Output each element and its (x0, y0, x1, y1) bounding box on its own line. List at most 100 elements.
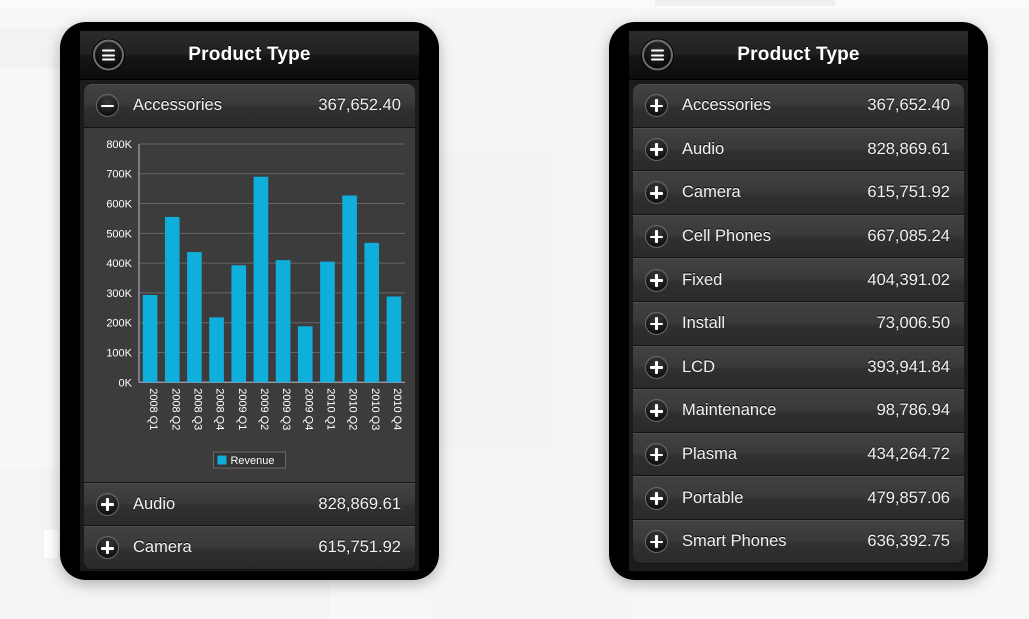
x-axis-tick-label: 2009 Q3 (280, 388, 292, 430)
list-item-camera[interactable]: Camera 615,751.92 (84, 526, 415, 570)
right-device-frame: Product Type Accessories 367,652.40 Audio 8… (609, 22, 988, 580)
list-item-value: 404,391.02 (867, 270, 950, 289)
list-item-value: 615,751.92 (867, 183, 950, 202)
list-item-value: 434,264.72 (867, 445, 950, 464)
list-item-label: Portable (682, 488, 744, 507)
y-axis-tick-label: 300K (106, 288, 132, 300)
x-axis-tick-label: 2010 Q3 (369, 388, 381, 430)
bar (297, 325, 313, 382)
chart-canvas: 0K 100K 200K 300K 400K 500K 600K 700K 800K 2008 Q… (84, 127, 415, 482)
hamburger-menu-icon[interactable] (93, 39, 124, 71)
list-item-value: 828,869.61 (867, 139, 950, 158)
list-item-value: 393,941.84 (867, 357, 950, 376)
bar (386, 296, 402, 382)
list-item[interactable]: Fixed 404,391.02 (633, 258, 964, 302)
list-item[interactable]: Install 73,006.50 (633, 301, 964, 346)
x-axis-tick-label: 2008 Q3 (191, 388, 203, 430)
list-item-label: Maintenance (682, 401, 777, 420)
list-item-accessories[interactable]: Accessories 367,652.40 (84, 84, 415, 128)
list-item-label: Audio (133, 494, 176, 513)
list-item-audio[interactable]: Audio 828,869.61 (84, 482, 415, 527)
y-axis-tick-label: 700K (106, 168, 132, 180)
list-item[interactable]: Maintenance 98,786.94 (633, 389, 964, 433)
plus-icon[interactable] (645, 181, 668, 205)
plus-icon[interactable] (645, 443, 668, 467)
plus-icon[interactable] (96, 536, 119, 560)
list-item[interactable]: Cell Phones 667,085.24 (633, 214, 964, 259)
bar (231, 264, 247, 382)
list-item[interactable]: Accessories 367,652.40 (633, 84, 964, 128)
x-axis-tick-label: 2008 Q4 (214, 388, 226, 430)
list-item[interactable]: Audio 828,869.61 (633, 127, 964, 172)
x-axis-tick-label: 2009 Q1 (236, 388, 248, 430)
bar (275, 259, 291, 382)
plus-icon[interactable] (645, 399, 668, 423)
bar (209, 316, 224, 382)
bar (364, 242, 380, 382)
bar (164, 216, 180, 382)
plus-icon[interactable] (645, 94, 668, 118)
hamburger-menu-icon[interactable] (642, 39, 673, 71)
left-title-bar: Product Type (80, 31, 419, 80)
plus-icon[interactable] (645, 530, 668, 554)
y-axis-tick-label: 200K (106, 317, 132, 329)
list-item-label: Audio (682, 139, 725, 158)
bar (253, 176, 269, 382)
plus-icon[interactable] (96, 492, 119, 516)
list-item-label: Camera (682, 183, 741, 202)
x-axis-tick-label: 2010 Q2 (347, 388, 359, 430)
background-patch (0, 0, 1029, 8)
x-axis-tick-label: 2008 Q2 (169, 388, 181, 430)
list-item-value: 615,751.92 (318, 538, 401, 557)
list-item[interactable]: Portable 479,857.06 (633, 476, 964, 520)
right-product-list[interactable]: Accessories 367,652.40 Audio 828,869.61 Came… (629, 80, 968, 571)
page-title: Product Type (188, 44, 311, 65)
y-axis-tick-label: 500K (106, 228, 132, 240)
list-item-value: 667,085.24 (867, 227, 950, 246)
list-item[interactable]: LCD 393,941.84 (633, 345, 964, 390)
left-product-list: Accessories 367,652.40 0K 100K 200K 300K 400… (80, 80, 419, 571)
list-item-label: Camera (133, 538, 192, 557)
list-item-label: Accessories (682, 96, 771, 115)
plus-icon[interactable] (645, 312, 668, 336)
plus-icon[interactable] (645, 268, 668, 292)
list-item-value: 73,006.50 (876, 314, 950, 333)
left-screen: Product Type Accessories 367,652.40 0K 10… (80, 31, 419, 571)
plus-icon[interactable] (645, 137, 668, 161)
list-item-value: 636,392.75 (867, 532, 950, 551)
list-item-value: 98,786.94 (876, 401, 950, 420)
plus-icon[interactable] (645, 225, 668, 249)
bar (320, 261, 335, 382)
legend-swatch (217, 455, 227, 465)
x-axis-tick-label: 2010 Q4 (391, 388, 403, 430)
list-item-value: 367,652.40 (318, 96, 401, 115)
legend-label: Revenue (231, 455, 275, 467)
list-item-label: Fixed (682, 270, 723, 289)
left-device-frame: Product Type Accessories 367,652.40 0K 10… (60, 22, 439, 580)
list-item-label: Smart Phones (682, 532, 787, 551)
x-axis-tick-label: 2009 Q2 (258, 388, 270, 430)
list-item[interactable]: Camera 615,751.92 (633, 171, 964, 215)
y-axis-tick-label: 600K (106, 198, 132, 210)
right-screen: Product Type Accessories 367,652.40 Audio 8… (629, 31, 968, 571)
background-patch (655, 0, 835, 6)
plus-icon[interactable] (645, 355, 668, 379)
y-axis-tick-label: 800K (106, 139, 132, 151)
bar (342, 195, 357, 382)
background-patch (44, 530, 58, 558)
plus-icon[interactable] (645, 486, 668, 510)
list-item-label: Install (682, 314, 726, 333)
x-axis-tick-label: 2009 Q4 (302, 388, 314, 430)
list-item-value: 828,869.61 (318, 494, 401, 513)
y-axis-tick-label: 400K (106, 258, 132, 270)
list-item[interactable]: Smart Phones 636,392.75 (633, 519, 964, 564)
bar (142, 294, 158, 382)
y-axis-tick-label: 100K (106, 347, 132, 359)
bar (187, 251, 202, 382)
list-item-label: Plasma (682, 445, 738, 464)
list-item[interactable]: Plasma 434,264.72 (633, 432, 964, 477)
page-title: Product Type (737, 44, 860, 65)
minus-icon[interactable] (96, 94, 119, 118)
y-axis-tick-label: 0K (119, 377, 133, 389)
x-axis-tick-label: 2010 Q1 (324, 388, 336, 430)
